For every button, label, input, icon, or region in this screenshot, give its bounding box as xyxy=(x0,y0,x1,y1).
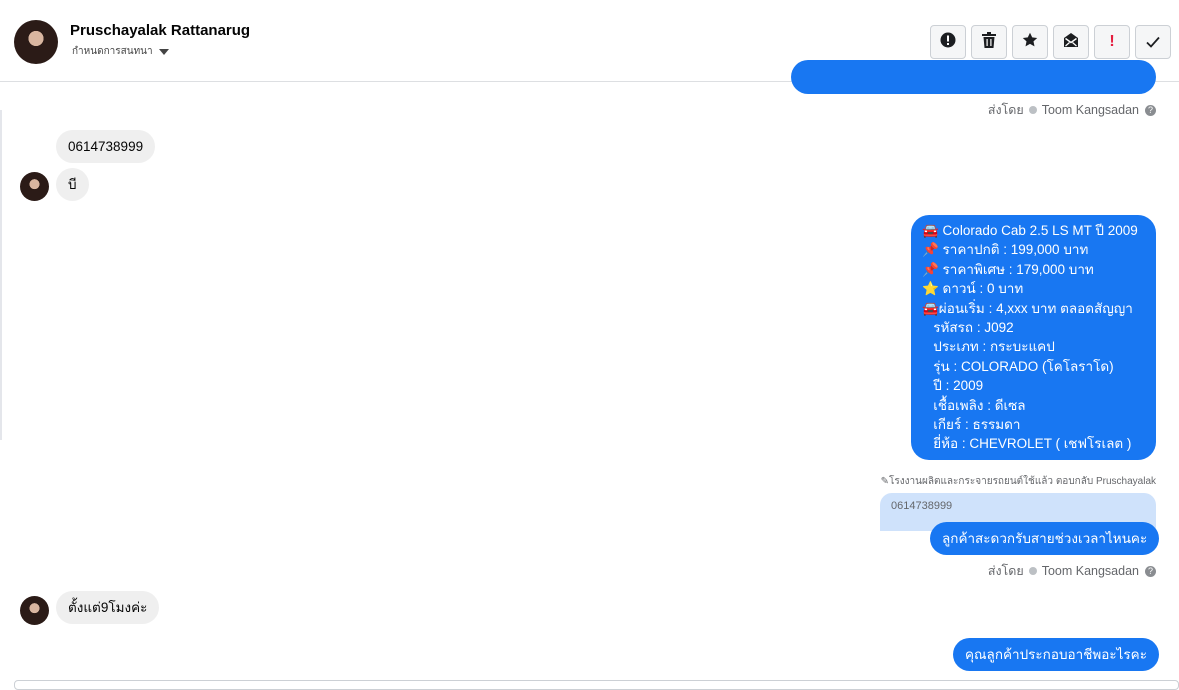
message-composer[interactable] xyxy=(14,680,1179,690)
agent-status-icon xyxy=(1028,567,1037,575)
outgoing-message-clipped[interactable] xyxy=(791,60,1156,94)
reply-pencil-icon: ✎ xyxy=(880,476,890,487)
conversation-action-label: กำหนดการสนทนา xyxy=(72,46,153,57)
contact-avatar-small xyxy=(20,596,49,625)
delete-button[interactable] xyxy=(971,25,1007,59)
reply-note: ✎โรงงานผลิตและกระจายรถยนต์ใช้แล้ว ตอบกลั… xyxy=(881,474,1156,489)
star-icon xyxy=(1022,32,1038,52)
agent-status-icon xyxy=(1028,106,1037,114)
car-listing-line: 📌 ราคาปกติ : 199,000 บาท xyxy=(922,242,1089,258)
caret-down-icon xyxy=(158,48,169,55)
car-listing-line: รหัสรถ : J092 xyxy=(922,320,1014,336)
scrollbar-edge xyxy=(0,110,2,440)
agent-name[interactable]: Toom Kangsadan xyxy=(1042,564,1139,578)
conversation-toolbar: ! xyxy=(930,25,1171,59)
contact-avatar-small xyxy=(20,172,49,201)
car-listing-line: เชื้อเพลิง : ดีเซล xyxy=(922,397,1026,413)
car-listing-line: 🚘ผ่อนเริ่ม : 4,xxx บาท ตลอดสัญญา xyxy=(922,300,1133,316)
alert-circle-icon xyxy=(940,32,956,52)
contact-avatar[interactable] xyxy=(14,20,58,64)
reply-note-text: โรงงานผลิตและกระจายรถยนต์ใช้แล้ว ตอบกลับ… xyxy=(889,476,1156,487)
car-listing-line: ปี : 2009 xyxy=(922,378,984,394)
help-icon[interactable]: ? xyxy=(1145,565,1156,577)
help-icon[interactable]: ? xyxy=(1145,104,1156,116)
incoming-message[interactable]: ตั้งแต่9โมงค่ะ xyxy=(56,591,160,625)
car-listing-line: 📌 ราคาพิเศษ : 179,000 บาท xyxy=(922,261,1094,277)
important-button[interactable]: ! xyxy=(1094,25,1130,59)
incoming-message[interactable]: บี xyxy=(56,168,89,202)
trash-icon xyxy=(982,32,996,52)
important-icon: ! xyxy=(1109,33,1115,50)
sent-by-label: ส่งโดย xyxy=(987,103,1024,117)
mark-done-button[interactable] xyxy=(1135,25,1171,59)
sent-by-meta: ส่งโดย Toom Kangsadan ? xyxy=(988,561,1156,581)
check-icon xyxy=(1146,33,1160,52)
car-listing-message[interactable]: 🚘 Colorado Cab 2.5 LS MT ปี 2009 📌 ราคาปก… xyxy=(911,215,1156,460)
sent-by-label: ส่งโดย xyxy=(987,564,1024,578)
car-listing-line: รุ่น : COLORADO (โคโลราโด) xyxy=(922,358,1114,374)
star-button[interactable] xyxy=(1012,25,1048,59)
outgoing-message[interactable]: ลูกค้าสะดวกรับสายช่วงเวลาไหนคะ xyxy=(930,522,1160,556)
mark-unread-button[interactable] xyxy=(1053,25,1089,59)
agent-name[interactable]: Toom Kangsadan xyxy=(1042,103,1139,117)
car-listing-line: 🚘 Colorado Cab 2.5 LS MT ปี 2009 xyxy=(922,223,1138,238)
mark-unread-icon xyxy=(1063,32,1079,52)
contact-name[interactable]: Pruschayalak Rattanarug xyxy=(70,22,250,39)
car-listing-line: ประเภท : กระบะแคป xyxy=(922,339,1055,355)
car-listing-line: เกียร์ : ธรรมดา xyxy=(922,417,1021,433)
car-listing-line: ยี่ห้อ : CHEVROLET ( เชฟโรเลต ) xyxy=(922,436,1132,452)
report-button[interactable] xyxy=(930,25,966,59)
conversation-action-dropdown[interactable]: กำหนดการสนทนา xyxy=(72,44,169,59)
outgoing-message[interactable]: คุณลูกค้าประกอบอาชีพอะไรคะ xyxy=(953,638,1159,672)
car-listing-line: ⭐ ดาวน์ : 0 บาท xyxy=(922,281,1024,297)
incoming-message[interactable]: 0614738999 xyxy=(56,130,156,164)
sent-by-meta: ส่งโดย Toom Kangsadan ? xyxy=(988,100,1156,120)
car-listing-lines: 🚘 Colorado Cab 2.5 LS MT ปี 2009 📌 ราคาปก… xyxy=(922,221,1145,454)
